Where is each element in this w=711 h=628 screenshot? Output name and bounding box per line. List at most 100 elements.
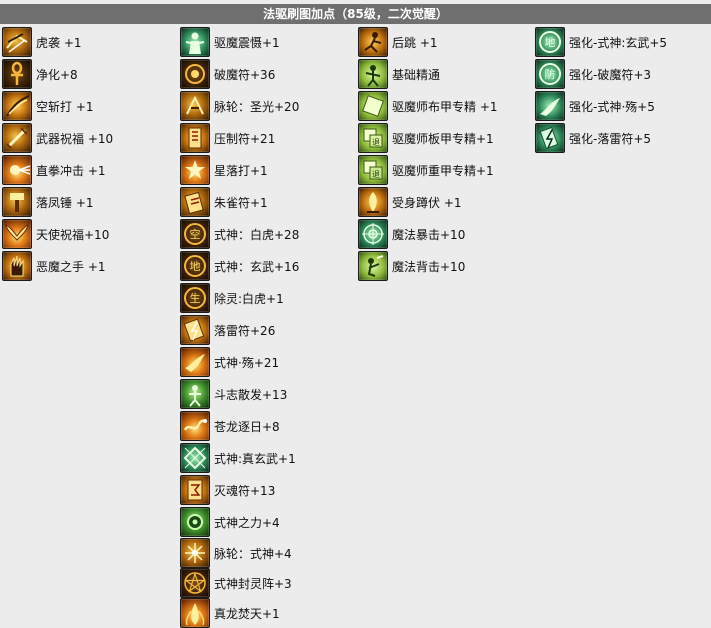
shikigami-power-icon xyxy=(180,507,210,537)
skill-item[interactable]: 式神之力+4 xyxy=(180,506,299,538)
skill-item[interactable]: 空 式神：白虎+28 xyxy=(180,218,299,250)
slash-icon xyxy=(2,91,32,121)
skill-item[interactable]: 强化-落雷符+5 xyxy=(535,122,667,154)
skill-label: 落凤锤 +1 xyxy=(36,195,94,210)
demon-hand-icon xyxy=(2,251,32,281)
svg-text:退: 退 xyxy=(372,170,380,179)
skill-item[interactable]: 防 强化-破魔符+3 xyxy=(535,58,667,90)
true-tortoise-icon xyxy=(180,443,210,473)
skill-item[interactable]: 破魔符+36 xyxy=(180,58,299,90)
page-title: 法驱刷图加点（85级，二次觉醒） xyxy=(0,4,711,24)
soul-destroy-talisman-icon xyxy=(180,475,210,505)
skill-item[interactable]: 净化+8 xyxy=(2,58,113,90)
skill-item[interactable]: 退 驱魔师板甲专精+1 xyxy=(358,122,498,154)
svg-text:空: 空 xyxy=(190,227,201,241)
skill-column-4: 地 强化-式神:玄武+5 防 强化-破魔符+3 强化-式神·殇+5 强化-落雷符… xyxy=(535,26,667,154)
skill-item[interactable]: 魔法背击+10 xyxy=(358,250,498,282)
skill-item[interactable]: 苍龙逐日+8 xyxy=(180,410,299,442)
skill-label: 脉轮：式神+4 xyxy=(214,546,292,561)
azure-dragon-icon xyxy=(180,411,210,441)
skill-label: 驱魔震慑+1 xyxy=(214,35,280,50)
skill-label: 真龙焚天+1 xyxy=(214,606,280,621)
chakra-light-icon xyxy=(180,91,210,121)
back-jump-icon xyxy=(358,27,388,57)
skill-label: 基础精通 xyxy=(392,67,441,82)
shikigami-black-tortoise-icon: 地 xyxy=(180,251,210,281)
skill-label: 恶魔之手 +1 xyxy=(36,259,106,274)
skill-label: 星落打+1 xyxy=(214,163,268,178)
skill-item[interactable]: 落雷符+26 xyxy=(180,314,299,346)
skill-label: 强化-破魔符+3 xyxy=(569,67,652,82)
skill-item[interactable]: 脉轮：圣光+20 xyxy=(180,90,299,122)
heavy-armor-icon: 退 xyxy=(358,155,388,185)
skill-item[interactable]: 生 除灵:白虎+1 xyxy=(180,282,299,314)
skill-item[interactable]: 灭魂符+13 xyxy=(180,474,299,506)
skill-item[interactable]: 直拳冲击 +1 xyxy=(2,154,113,186)
skill-item[interactable]: 强化-式神·殇+5 xyxy=(535,90,667,122)
seal-array-icon xyxy=(180,568,210,598)
skill-item[interactable]: 朱雀符+1 xyxy=(180,186,299,218)
fist-impact-icon xyxy=(2,155,32,185)
fighting-spirit-icon xyxy=(180,379,210,409)
skill-label: 脉轮：圣光+20 xyxy=(214,99,300,114)
svg-text:生: 生 xyxy=(190,291,201,305)
skill-label: 落雷符+26 xyxy=(214,323,276,338)
skill-item[interactable]: 脉轮：式神+4 xyxy=(180,538,299,568)
skill-label: 虎袭 +1 xyxy=(36,35,82,50)
exorcist-figure-icon xyxy=(180,27,210,57)
skill-label: 强化-式神:玄武+5 xyxy=(569,35,668,50)
shikigami-white-tiger-icon: 空 xyxy=(180,219,210,249)
svg-text:地: 地 xyxy=(190,260,201,273)
angel-wings-icon xyxy=(2,219,32,249)
skill-label: 魔法背击+10 xyxy=(392,259,466,274)
skill-item[interactable]: 星落打+1 xyxy=(180,154,299,186)
skill-item[interactable]: 地 式神：玄武+16 xyxy=(180,250,299,282)
enhance-tortoise-icon: 地 xyxy=(535,27,565,57)
skill-item[interactable]: 魔法暴击+10 xyxy=(358,218,498,250)
skill-item[interactable]: 恶魔之手 +1 xyxy=(2,250,113,282)
skill-label: 净化+8 xyxy=(36,67,78,82)
skill-item[interactable]: 驱魔师布甲专精 +1 xyxy=(358,90,498,122)
cloth-armor-icon xyxy=(358,91,388,121)
enhance-shang-icon xyxy=(535,91,565,121)
skill-label: 空斩打 +1 xyxy=(36,99,94,114)
skill-label: 朱雀符+1 xyxy=(214,195,268,210)
skill-item[interactable]: 落凤锤 +1 xyxy=(2,186,113,218)
skill-item[interactable]: 天使祝福+10 xyxy=(2,218,113,250)
skill-item[interactable]: 斗志散发+13 xyxy=(180,378,299,410)
skill-item[interactable]: 式神:真玄武+1 xyxy=(180,442,299,474)
svg-text:退: 退 xyxy=(372,138,380,147)
weapon-blessing-icon xyxy=(2,123,32,153)
skill-column-3: 后跳 +1 基础精通 驱魔师布甲专精 +1 退 驱魔师板甲专精+1 退 驱魔师重… xyxy=(358,26,498,282)
skill-item[interactable]: 空斩打 +1 xyxy=(2,90,113,122)
skill-item[interactable]: 式神封灵阵+3 xyxy=(180,568,299,598)
skill-item[interactable]: 后跳 +1 xyxy=(358,26,498,58)
skill-column-1: 虎袭 +1 净化+8 空斩打 +1 武器祝福 +10 直拳冲击 +1 落凤锤 +… xyxy=(2,26,113,282)
svg-text:地: 地 xyxy=(545,36,556,49)
skill-label: 魔法暴击+10 xyxy=(392,227,466,242)
skill-item[interactable]: 真龙焚天+1 xyxy=(180,598,299,628)
skill-item[interactable]: 虎袭 +1 xyxy=(2,26,113,58)
skill-item[interactable]: 武器祝福 +10 xyxy=(2,122,113,154)
skill-item[interactable]: 驱魔震慑+1 xyxy=(180,26,299,58)
thunder-talisman-icon xyxy=(180,315,210,345)
skill-label: 式神：白虎+28 xyxy=(214,227,300,242)
skill-item[interactable]: 退 驱魔师重甲专精+1 xyxy=(358,154,498,186)
skill-item[interactable]: 受身蹲伏 +1 xyxy=(358,186,498,218)
skill-label: 强化-落雷符+5 xyxy=(569,131,652,146)
chakra-shikigami-icon xyxy=(180,538,210,568)
skill-item[interactable]: 压制符+21 xyxy=(180,122,299,154)
skill-label: 式神之力+4 xyxy=(214,515,280,530)
exorcise-tiger-icon: 生 xyxy=(180,283,210,313)
skill-label: 破魔符+36 xyxy=(214,67,276,82)
skill-label: 受身蹲伏 +1 xyxy=(392,195,462,210)
basic-mastery-icon xyxy=(358,59,388,89)
skill-item[interactable]: 式神·殇+21 xyxy=(180,346,299,378)
magic-crit-icon xyxy=(358,219,388,249)
svg-text:防: 防 xyxy=(545,67,556,81)
skill-item[interactable]: 地 强化-式神:玄武+5 xyxy=(535,26,667,58)
skill-label: 式神·殇+21 xyxy=(214,355,280,370)
skill-label: 驱魔师板甲专精+1 xyxy=(392,131,494,146)
star-fall-icon xyxy=(180,155,210,185)
skill-item[interactable]: 基础精通 xyxy=(358,58,498,90)
